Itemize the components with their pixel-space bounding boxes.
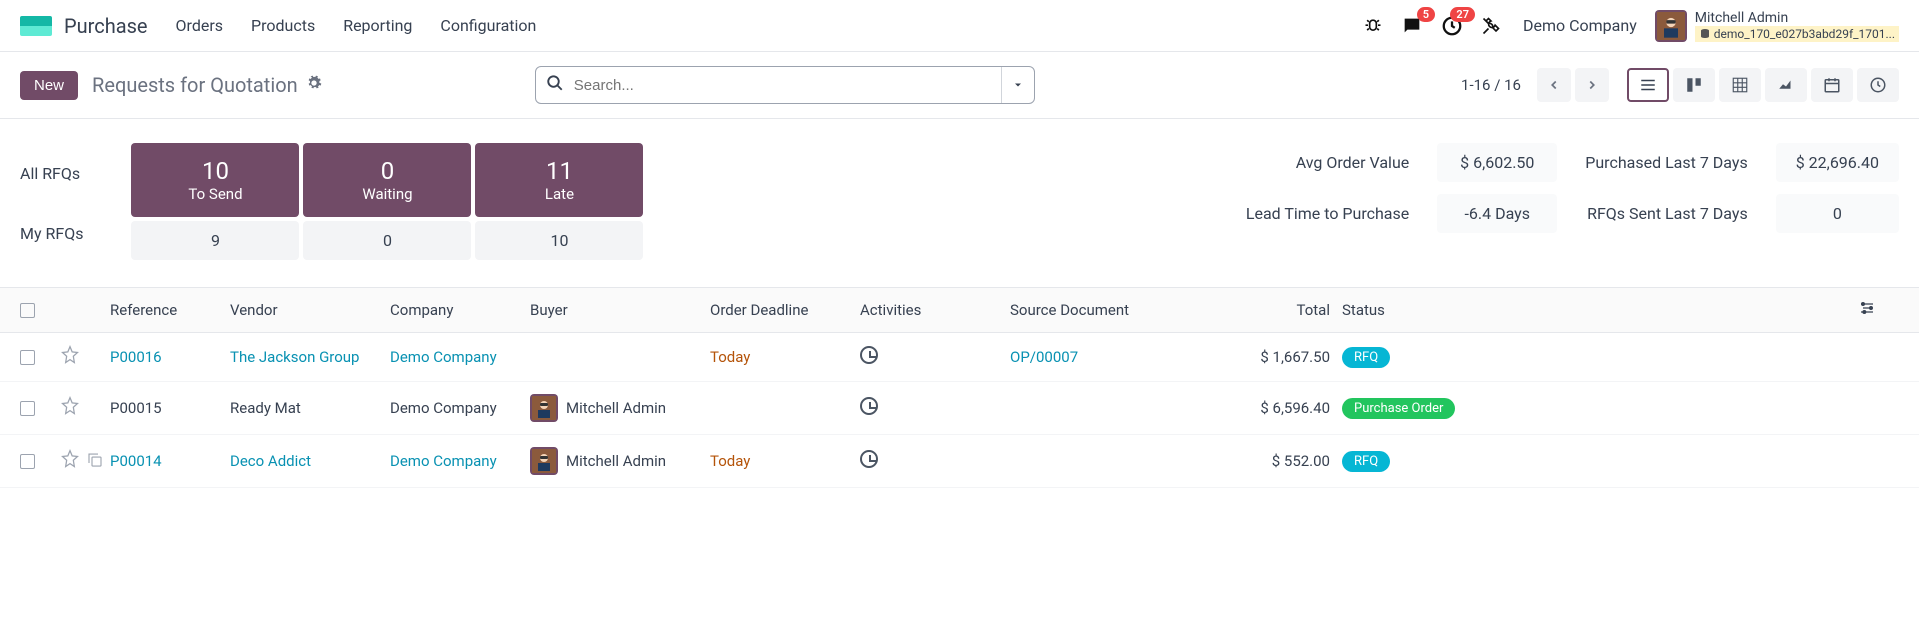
deadline-cell: Today <box>710 452 750 470</box>
activity-clock-icon[interactable] <box>860 450 878 468</box>
purchased-label: Purchased Last 7 Days <box>1585 153 1747 172</box>
my-late-val[interactable]: 10 <box>475 221 643 260</box>
source-cell[interactable]: OP/00007 <box>1010 348 1078 366</box>
view-kanban-icon[interactable] <box>1673 68 1715 102</box>
copy-icon[interactable] <box>86 455 104 473</box>
app-logo[interactable] <box>20 16 52 36</box>
rfqs-sent-label: RFQs Sent Last 7 Days <box>1585 204 1747 223</box>
buyer-avatar <box>530 447 558 475</box>
debug-icon[interactable] <box>1363 16 1383 36</box>
nav-reporting[interactable]: Reporting <box>343 16 412 35</box>
reference-cell[interactable]: P00015 <box>110 399 162 417</box>
late-tile[interactable]: 11Late <box>475 143 643 217</box>
col-source[interactable]: Source Document <box>1010 301 1200 319</box>
status-badge: Purchase Order <box>1342 398 1455 419</box>
col-status[interactable]: Status <box>1330 301 1490 319</box>
new-button[interactable]: New <box>20 71 78 100</box>
purchased-value[interactable]: $ 22,696.40 <box>1776 143 1899 182</box>
rfqs-sent-value[interactable]: 0 <box>1776 194 1899 233</box>
nav-orders[interactable]: Orders <box>176 16 223 35</box>
total-cell: $ 552.00 <box>1200 452 1330 470</box>
company-cell[interactable]: Demo Company <box>390 452 497 470</box>
buyer-avatar <box>530 394 558 422</box>
reference-cell[interactable]: P00016 <box>110 348 162 366</box>
view-graph-icon[interactable] <box>1765 68 1807 102</box>
star-icon[interactable] <box>60 455 80 473</box>
lead-time-value[interactable]: -6.4 Days <box>1437 194 1557 233</box>
avg-order-label: Avg Order Value <box>1246 153 1409 172</box>
gear-icon[interactable] <box>306 75 322 95</box>
my-waiting-val[interactable]: 0 <box>303 221 471 260</box>
all-rfqs-label[interactable]: All RFQs <box>20 164 83 183</box>
view-list-icon[interactable] <box>1627 68 1669 102</box>
dashboard: All RFQs My RFQs 10To Send 0Waiting 11La… <box>0 119 1919 288</box>
search-input[interactable] <box>574 77 1001 94</box>
messages-icon[interactable]: 5 <box>1401 15 1423 37</box>
column-options-icon[interactable] <box>1859 300 1899 320</box>
database-name: demo_170_e027b3abd29f_1701... <box>1695 26 1899 42</box>
pager-next[interactable] <box>1575 68 1609 102</box>
activity-clock-icon[interactable] <box>860 397 878 415</box>
col-activities[interactable]: Activities <box>860 301 1010 319</box>
topbar: Purchase Orders Products Reporting Confi… <box>0 0 1919 52</box>
page-title: Requests for Quotation <box>92 73 298 97</box>
select-all-checkbox[interactable] <box>20 303 35 318</box>
star-icon[interactable] <box>60 351 80 369</box>
status-badge: RFQ <box>1342 347 1390 368</box>
my-tosend-val[interactable]: 9 <box>131 221 299 260</box>
nav-products[interactable]: Products <box>251 16 315 35</box>
vendor-cell[interactable]: Deco Addict <box>230 452 311 470</box>
view-pivot-icon[interactable] <box>1719 68 1761 102</box>
table-row[interactable]: P00014 Deco Addict Demo Company Mitchell… <box>0 435 1919 488</box>
user-name: Mitchell Admin <box>1695 10 1899 26</box>
col-company[interactable]: Company <box>390 301 530 319</box>
tosend-tile[interactable]: 10To Send <box>131 143 299 217</box>
activity-clock-icon[interactable] <box>860 346 878 364</box>
row-checkbox[interactable] <box>20 401 35 416</box>
company-cell[interactable]: Demo Company <box>390 399 497 417</box>
total-cell: $ 1,667.50 <box>1200 348 1330 366</box>
star-icon[interactable] <box>60 402 80 420</box>
pager-prev[interactable] <box>1537 68 1571 102</box>
table-row[interactable]: P00016 The Jackson Group Demo Company To… <box>0 333 1919 382</box>
vendor-cell[interactable]: The Jackson Group <box>230 348 359 366</box>
row-checkbox[interactable] <box>20 454 35 469</box>
activities-badge: 27 <box>1450 7 1475 22</box>
company-cell[interactable]: Demo Company <box>390 348 497 366</box>
my-rfqs-label[interactable]: My RFQs <box>20 224 83 243</box>
table-header: Reference Vendor Company Buyer Order Dea… <box>0 288 1919 333</box>
activities-icon[interactable]: 27 <box>1441 15 1463 37</box>
company-selector[interactable]: Demo Company <box>1523 16 1637 35</box>
deadline-cell: Today <box>710 348 750 366</box>
buyer-cell[interactable]: Mitchell Admin <box>530 394 710 422</box>
table-row[interactable]: P00015 Ready Mat Demo Company Mitchell A… <box>0 382 1919 435</box>
waiting-tile[interactable]: 0Waiting <box>303 143 471 217</box>
search-box <box>535 66 1035 104</box>
col-buyer[interactable]: Buyer <box>530 301 710 319</box>
nav-configuration[interactable]: Configuration <box>440 16 536 35</box>
user-menu[interactable]: Mitchell Admin demo_170_e027b3abd29f_170… <box>1655 10 1899 42</box>
status-badge: RFQ <box>1342 451 1390 472</box>
control-bar: New Requests for Quotation 1-16 / 16 <box>0 52 1919 119</box>
tools-icon[interactable] <box>1481 16 1501 36</box>
messages-badge: 5 <box>1417 7 1435 22</box>
lead-time-label: Lead Time to Purchase <box>1246 204 1409 223</box>
col-reference[interactable]: Reference <box>110 301 230 319</box>
app-title[interactable]: Purchase <box>64 14 148 38</box>
row-checkbox[interactable] <box>20 350 35 365</box>
user-avatar <box>1655 10 1687 42</box>
col-vendor[interactable]: Vendor <box>230 301 390 319</box>
col-deadline[interactable]: Order Deadline <box>710 301 860 319</box>
buyer-cell[interactable]: Mitchell Admin <box>530 447 710 475</box>
avg-order-value[interactable]: $ 6,602.50 <box>1437 143 1557 182</box>
pager-text[interactable]: 1-16 / 16 <box>1461 76 1521 94</box>
view-activity-icon[interactable] <box>1857 68 1899 102</box>
search-icon <box>536 74 574 96</box>
reference-cell[interactable]: P00014 <box>110 452 162 470</box>
col-total[interactable]: Total <box>1200 301 1330 319</box>
view-calendar-icon[interactable] <box>1811 68 1853 102</box>
total-cell: $ 6,596.40 <box>1200 399 1330 417</box>
search-dropdown[interactable] <box>1001 67 1034 103</box>
vendor-cell[interactable]: Ready Mat <box>230 399 301 417</box>
